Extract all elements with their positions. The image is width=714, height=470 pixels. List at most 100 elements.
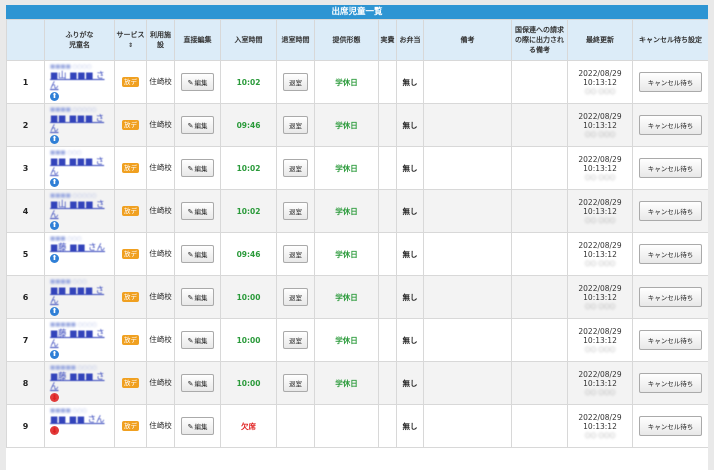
sort-icon[interactable]: ⇕ <box>128 42 133 49</box>
updated-time: 10:13:12 <box>583 249 617 259</box>
cancel-wait-button[interactable]: キャンセル待ち <box>638 158 703 178</box>
exit-time-cell: 退室 <box>276 60 315 104</box>
child-name-link[interactable]: ■藤 ■■■ さん <box>50 329 112 349</box>
col-direct-edit: 直接編集 <box>174 19 221 61</box>
updater-name: ○○ ○○○ <box>584 172 616 181</box>
cancel-wait-button[interactable]: キャンセル待ち <box>638 244 703 264</box>
updated-date: 2022/08/29 <box>578 326 622 336</box>
exit-button[interactable]: 退室 <box>283 116 308 134</box>
facility-cell: 住崎校 <box>146 189 175 233</box>
remarks-cell <box>423 275 512 319</box>
child-name-link[interactable]: ■■ ■■■ さん <box>50 157 112 177</box>
col-last-update: 最終更新 <box>567 19 633 61</box>
child-furigana: ■■■■■ ○○○○ <box>50 322 97 328</box>
updated-time: 10:13:12 <box>583 206 617 216</box>
col-entry-time: 入室時間 <box>220 19 277 61</box>
updater-name: ○○ ○○○ <box>584 258 616 267</box>
edit-button[interactable]: ✎編集 <box>180 245 215 263</box>
col-service[interactable]: サービス ⇕ <box>114 19 147 61</box>
exit-button[interactable]: 退室 <box>283 159 308 177</box>
cancel-wait-button[interactable]: キャンセル待ち <box>638 201 703 221</box>
cancel-wait-button[interactable]: キャンセル待ち <box>638 287 703 307</box>
table-row: 4 ■■■■ ○○○○○ ■山 ■■■ さん ⬆ 放デ 住崎校 ✎編集 10:02 退室 学休日無… <box>6 189 708 233</box>
service-cell: 放デ <box>114 60 147 104</box>
lunch-value: 無し <box>402 206 418 216</box>
child-name-cell: ■■■■ ○○○ ■■ ■■ さん ⬇ <box>44 404 115 448</box>
provision-cell: 学休日 <box>314 318 379 362</box>
edit-button-label: 編集 <box>194 208 208 216</box>
table-row: 3 ■■■ ○○○ ■■ ■■■ さん ⬆ 放デ 住崎校 ✎編集 10:02 退室 学休日 無し 20… <box>6 146 708 190</box>
remarks-cell <box>423 404 512 448</box>
provision-type: 学休日 <box>335 77 358 87</box>
lunch-cell: 無し <box>396 318 424 362</box>
gender-icon: ⬆ <box>50 92 59 101</box>
actual-cost-cell <box>378 404 397 448</box>
edit-button[interactable]: ✎編集 <box>180 202 215 220</box>
updater-name: ○○ ○○○ <box>584 86 616 95</box>
edit-button[interactable]: ✎編集 <box>180 288 215 306</box>
service-cell: 放デ <box>114 146 147 190</box>
edit-button[interactable]: ✎編集 <box>180 159 215 177</box>
gender-icon: ⬆ <box>50 221 59 230</box>
child-name-link[interactable]: ■■ ■■■ さん <box>50 286 112 306</box>
cancel-wait-button[interactable]: キャンセル待ち <box>638 330 703 350</box>
entry-time: 09:46 <box>236 249 261 259</box>
exit-button[interactable]: 退室 <box>283 245 308 263</box>
row-number: 4 <box>6 189 45 233</box>
edit-button[interactable]: ✎編集 <box>180 374 215 392</box>
cancel-wait-button[interactable]: キャンセル待ち <box>638 115 703 135</box>
entry-time-cell: 09:46 <box>220 103 277 147</box>
last-update-cell: 2022/08/29 10:13:12 ○○ ○○○ <box>567 60 633 104</box>
gender-icon: ⬆ <box>50 178 59 187</box>
updater-name: ○○ ○○○ <box>584 387 616 396</box>
attendance-panel: 出席児童一覧 ふりがな 児童名 サービス ⇕ 利用施設 直接編集 入室時間 退室時… <box>6 5 708 470</box>
col-facility: 利用施設 <box>146 19 175 61</box>
updated-date: 2022/08/29 <box>578 283 622 293</box>
updater-name: ○○ ○○○ <box>584 344 616 353</box>
exit-button[interactable]: 退室 <box>283 374 308 392</box>
exit-button[interactable]: 退室 <box>283 202 308 220</box>
edit-button[interactable]: ✎編集 <box>180 73 215 91</box>
provision-type: 学休日 <box>335 335 358 345</box>
updated-time: 10:13:12 <box>583 378 617 388</box>
direct-edit-cell: ✎編集 <box>174 60 221 104</box>
entry-time: 10:00 <box>236 335 261 345</box>
cancel-wait-button[interactable]: キャンセル待ち <box>638 416 703 436</box>
cancel-setting-cell: キャンセル待ち <box>632 318 708 362</box>
pencil-icon: ✎ <box>187 208 194 216</box>
child-name-link[interactable]: ■藤 ■■ さん <box>50 243 112 253</box>
updated-date: 2022/08/29 <box>578 369 622 379</box>
row-number: 1 <box>6 60 45 104</box>
child-name-link[interactable]: ■■ ■■■ さん <box>50 114 112 134</box>
child-name-link[interactable]: ■山 ■■■ さん <box>50 71 112 91</box>
entry-time-cell: 10:00 <box>220 318 277 362</box>
cancel-wait-button[interactable]: キャンセル待ち <box>638 72 703 92</box>
child-name-link[interactable]: ■藤 ■■■ さん <box>50 372 112 392</box>
exit-button[interactable]: 退室 <box>283 73 308 91</box>
edit-button[interactable]: ✎編集 <box>180 417 215 435</box>
child-name-link[interactable]: ■山 ■■■ さん <box>50 200 112 220</box>
last-update-cell: 2022/08/29 10:13:12 ○○ ○○○ <box>567 318 633 362</box>
updated-time: 10:13:12 <box>583 163 617 173</box>
billing-remarks-cell <box>511 232 568 276</box>
col-lunch: お弁当 <box>396 19 424 61</box>
edit-button-label: 編集 <box>194 122 208 130</box>
entry-time-cell: 10:02 <box>220 60 277 104</box>
exit-button[interactable]: 退室 <box>283 288 308 306</box>
edit-button[interactable]: ✎編集 <box>180 331 215 349</box>
last-update-cell: 2022/08/29 10:13:12 ○○ ○○○ <box>567 404 633 448</box>
lunch-cell: 無し <box>396 232 424 276</box>
pencil-icon: ✎ <box>187 423 194 431</box>
lunch-value: 無し <box>402 120 418 130</box>
child-name-link[interactable]: ■■ ■■ さん <box>50 415 112 425</box>
lunch-cell: 無し <box>396 103 424 147</box>
cancel-wait-button[interactable]: キャンセル待ち <box>638 373 703 393</box>
edit-button[interactable]: ✎編集 <box>180 116 215 134</box>
entry-time-cell: 10:00 <box>220 361 277 405</box>
exit-button[interactable]: 退室 <box>283 331 308 349</box>
actual-cost-cell <box>378 189 397 233</box>
direct-edit-cell: ✎編集 <box>174 361 221 405</box>
entry-time: 10:02 <box>236 206 261 216</box>
child-name-cell: ■■■■ ○○○○ ■山 ■■■ さん ⬆ <box>44 60 115 104</box>
provision-cell: 学休日 <box>314 275 379 319</box>
